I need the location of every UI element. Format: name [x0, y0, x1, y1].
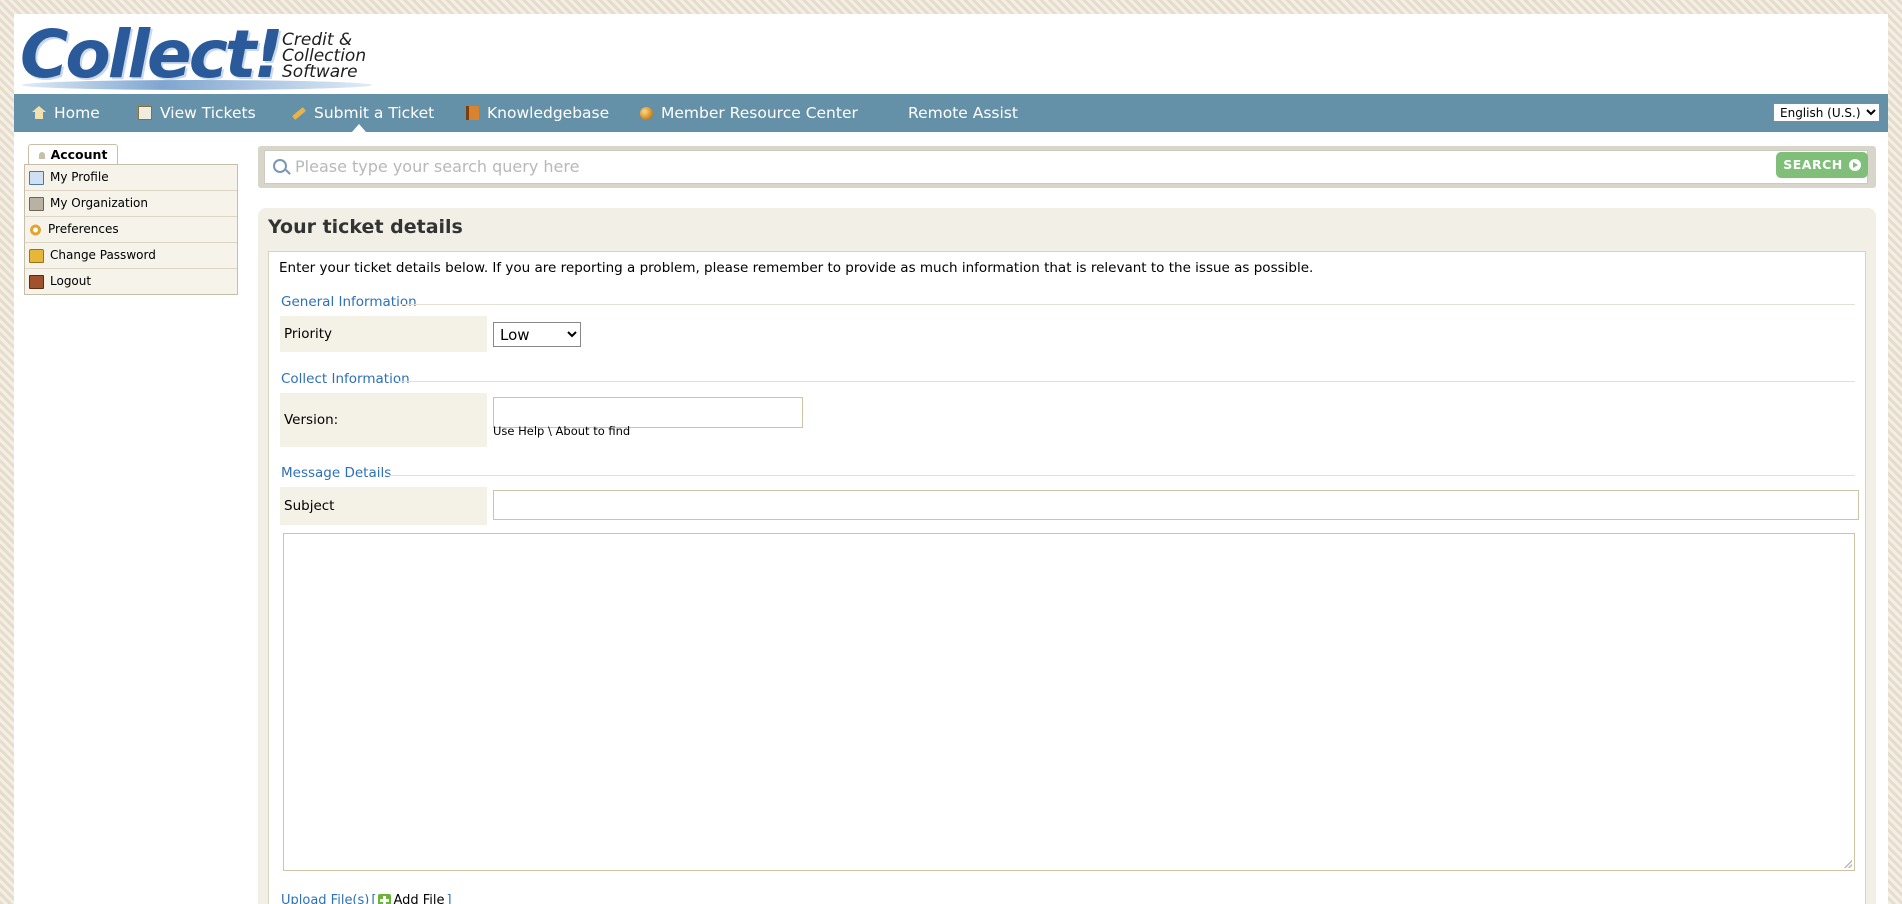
nav-item-member-resource-center[interactable]: Member Resource Center: [640, 94, 858, 132]
section-divider: [389, 475, 1855, 476]
sidebar-item-label: My Organization: [50, 196, 148, 210]
sidebar-item-label: Preferences: [48, 222, 119, 236]
sidebar-item-change-password[interactable]: Change Password: [25, 243, 237, 269]
version-hint: Use Help \ About to find: [493, 424, 631, 438]
nav-item-home[interactable]: Home: [32, 94, 100, 132]
sidebar-item-label: Logout: [50, 274, 92, 288]
nav-item-label: Member Resource Center: [661, 104, 858, 122]
nav-item-knowledgebase[interactable]: Knowledgebase: [466, 94, 609, 132]
sidebar-item-preferences[interactable]: Preferences: [25, 217, 237, 243]
resize-handle-icon[interactable]: [1844, 860, 1852, 868]
section-divider: [401, 304, 1855, 305]
tab-account-label: Account: [50, 147, 108, 162]
profile-icon: [29, 170, 44, 185]
nav-item-label: View Tickets: [160, 104, 256, 122]
sidebar-item-my-profile[interactable]: My Profile: [25, 165, 237, 191]
nav-item-label: Submit a Ticket: [314, 104, 435, 122]
active-nav-indicator: [352, 124, 366, 132]
search-button-label: SEARCH: [1783, 157, 1843, 172]
lock-icon: [29, 248, 44, 263]
nav-item-label: Knowledgebase: [487, 104, 610, 122]
ticket-form: Enter your ticket details below. If you …: [268, 251, 1866, 904]
language-select[interactable]: English (U.S.): [1773, 103, 1880, 122]
organization-icon: [29, 196, 44, 211]
home-icon: [32, 106, 46, 120]
section-general-information: General Information: [281, 294, 417, 310]
nav-item-remote-assist[interactable]: Remote Assist: [908, 94, 1018, 132]
upload-bracket-open: [: [371, 893, 377, 904]
main-nav: Home View Tickets Submit a Ticket Knowle…: [14, 94, 1888, 132]
arrow-right-icon: [1848, 159, 1861, 171]
search-button[interactable]: SEARCH: [1776, 152, 1868, 178]
upload-files[interactable]: Upload File(s) [ Add File ]: [281, 893, 452, 904]
intro-text: Enter your ticket details below. If you …: [279, 260, 1314, 276]
sidebar-item-logout[interactable]: Logout: [25, 269, 237, 294]
preferences-icon: [29, 223, 42, 236]
nav-item-view-tickets[interactable]: View Tickets: [138, 94, 256, 132]
add-icon: [378, 894, 392, 904]
header: Collect! Credit & Collection Software: [14, 14, 1888, 94]
add-file-link[interactable]: Add File: [393, 893, 444, 904]
search-placeholder: Please type your search query here: [295, 157, 580, 176]
sidebar-item-label: My Profile: [50, 170, 109, 184]
account-menu: My Profile My Organization Preferences C…: [24, 164, 238, 295]
upload-bracket-close: ]: [446, 893, 452, 904]
version-label: Version:: [280, 393, 487, 447]
logo-tagline: Credit & Collection Software: [282, 30, 367, 82]
book-icon: [466, 106, 479, 120]
sidebar-item-label: Change Password: [50, 248, 156, 262]
logo[interactable]: Collect! Credit & Collection Software: [20, 20, 380, 94]
user-icon: [38, 151, 45, 159]
subject-label: Subject: [280, 487, 487, 525]
globe-icon: [640, 106, 653, 120]
tab-account[interactable]: Account: [28, 144, 118, 165]
upload-label: Upload File(s): [281, 893, 370, 904]
tickets-icon: [138, 106, 152, 120]
pencil-icon: [292, 106, 306, 120]
search-icon: [273, 159, 287, 173]
logout-icon: [29, 274, 44, 289]
page-title: Your ticket details: [268, 216, 463, 238]
section-divider: [397, 381, 1855, 382]
priority-select[interactable]: Low: [493, 322, 581, 347]
nav-item-label: Home: [54, 104, 100, 122]
priority-label: Priority: [280, 316, 487, 352]
sidebar-item-my-organization[interactable]: My Organization: [25, 191, 237, 217]
search-input[interactable]: Please type your search query here: [264, 150, 1868, 184]
ticket-details-panel: Your ticket details Enter your ticket de…: [258, 208, 1876, 904]
section-collect-information: Collect Information: [281, 371, 410, 387]
message-textarea[interactable]: [283, 533, 1855, 871]
subject-input[interactable]: [493, 490, 1859, 520]
logo-wordmark: Collect!: [20, 16, 284, 93]
nav-item-label: Remote Assist: [908, 104, 1018, 122]
page: Collect! Credit & Collection Software Ho…: [14, 14, 1888, 904]
search-bar: Please type your search query here SEARC…: [258, 146, 1876, 188]
section-message-details: Message Details: [281, 465, 392, 481]
